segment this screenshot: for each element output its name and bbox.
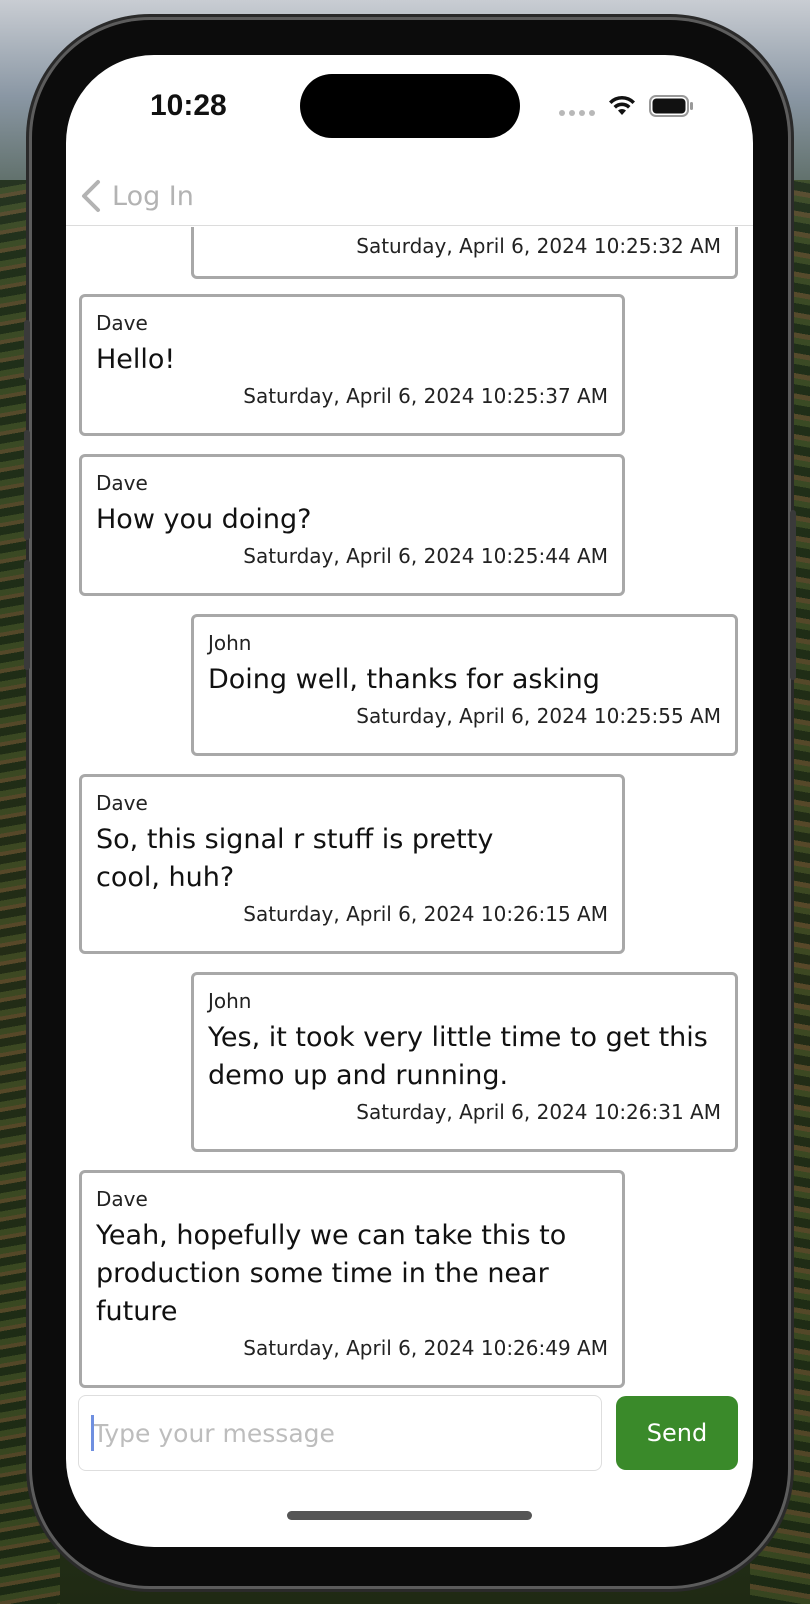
message-bubble: John Doing well, thanks for asking Satur… bbox=[191, 614, 738, 756]
message-text: How you doing? bbox=[96, 504, 312, 535]
message-sender: John bbox=[208, 989, 252, 1013]
message-sender: Dave bbox=[96, 791, 148, 815]
status-bar: 10:28 bbox=[66, 55, 753, 165]
navigation-bar: Log In bbox=[66, 165, 753, 226]
message-composer: Send bbox=[66, 1395, 753, 1477]
message-bubble: Dave How you doing? Saturday, April 6, 2… bbox=[79, 454, 625, 596]
phone-volume-down-button bbox=[24, 560, 30, 670]
message-bubble: Dave Hello! Saturday, April 6, 2024 10:2… bbox=[79, 294, 625, 436]
app-screen: 10:28 Log In Saturday, April 6, 2024 10:… bbox=[66, 55, 753, 1547]
message-timestamp: Saturday, April 6, 2024 10:26:15 AM bbox=[243, 902, 608, 926]
cellular-signal-icon bbox=[559, 96, 595, 116]
message-input[interactable] bbox=[78, 1395, 602, 1471]
message-list[interactable]: Saturday, April 6, 2024 10:25:32 AM Dave… bbox=[66, 227, 753, 1449]
message-sender: Dave bbox=[96, 471, 148, 495]
text-caret bbox=[91, 1415, 94, 1451]
message-timestamp: Saturday, April 6, 2024 10:25:37 AM bbox=[243, 384, 608, 408]
home-indicator[interactable] bbox=[287, 1511, 532, 1520]
message-text: Yeah, hopefully we can take this to prod… bbox=[96, 1220, 567, 1327]
message-text: So, this signal r stuff is pretty cool, … bbox=[96, 824, 494, 893]
back-button[interactable]: Log In bbox=[80, 179, 194, 213]
message-text: Doing well, thanks for asking bbox=[208, 664, 600, 695]
message-timestamp: Saturday, April 6, 2024 10:26:31 AM bbox=[356, 1100, 721, 1124]
phone-power-button bbox=[790, 510, 796, 680]
message-text: Yes, it took very little time to get thi… bbox=[208, 1022, 708, 1091]
send-button[interactable]: Send bbox=[616, 1396, 738, 1470]
message-timestamp: Saturday, April 6, 2024 10:25:55 AM bbox=[356, 704, 721, 728]
message-bubble: Dave So, this signal r stuff is pretty c… bbox=[79, 774, 625, 954]
message-sender: Dave bbox=[96, 311, 148, 335]
message-timestamp: Saturday, April 6, 2024 10:26:49 AM bbox=[243, 1336, 608, 1360]
message-sender: Dave bbox=[96, 1187, 148, 1211]
dynamic-island bbox=[300, 74, 520, 138]
phone-action-button bbox=[24, 320, 30, 380]
battery-icon bbox=[649, 95, 693, 117]
message-timestamp: Saturday, April 6, 2024 10:25:44 AM bbox=[243, 544, 608, 568]
message-bubble: John Yes, it took very little time to ge… bbox=[191, 972, 738, 1152]
chevron-left-icon bbox=[82, 180, 100, 212]
status-icons bbox=[559, 93, 695, 119]
message-bubble: Saturday, April 6, 2024 10:25:32 AM bbox=[191, 227, 738, 279]
message-sender: John bbox=[208, 631, 252, 655]
phone-volume-up-button bbox=[24, 430, 30, 540]
status-time: 10:28 bbox=[150, 89, 227, 122]
message-bubble: Dave Yeah, hopefully we can take this to… bbox=[79, 1170, 625, 1388]
message-timestamp: Saturday, April 6, 2024 10:25:32 AM bbox=[356, 234, 721, 258]
back-button-label: Log In bbox=[112, 180, 194, 212]
message-text: Hello! bbox=[96, 344, 176, 375]
wifi-icon bbox=[609, 95, 635, 115]
